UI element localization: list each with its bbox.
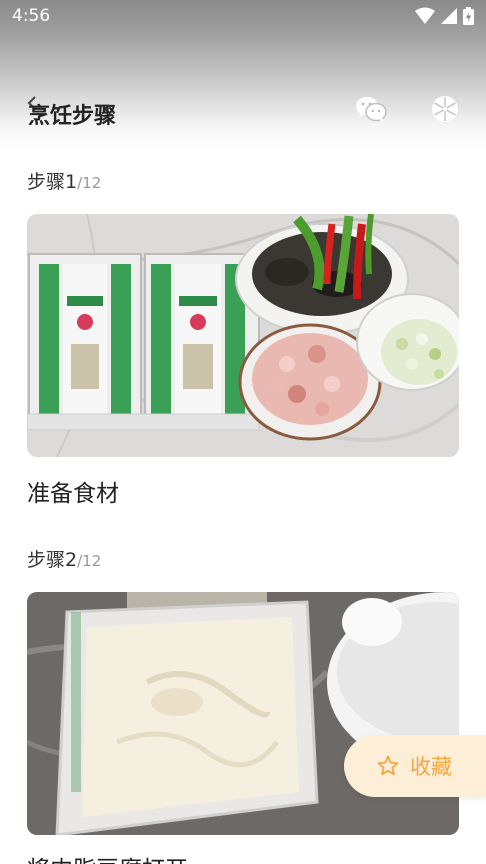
step-label: 步骤2/12 xyxy=(27,545,101,572)
wechat-share-icon[interactable] xyxy=(355,95,387,123)
favorite-button[interactable]: 收藏 xyxy=(344,735,486,797)
header: 4:56 烹饪步骤 xyxy=(0,0,486,150)
step-number: 步骤1 xyxy=(27,171,78,193)
step-total: /12 xyxy=(77,174,102,192)
step-number: 步骤2 xyxy=(27,549,78,571)
wifi-icon xyxy=(415,7,435,24)
step-description: 准备食材 xyxy=(27,481,119,507)
step-photo xyxy=(27,592,459,835)
battery-icon xyxy=(463,7,474,25)
step-description: 将内脂豆腐打开 xyxy=(27,850,188,864)
favorite-label: 收藏 xyxy=(410,755,452,779)
star-icon xyxy=(377,755,399,776)
status-bar: 4:56 xyxy=(0,0,486,32)
step-label: 步骤1/12 xyxy=(27,167,101,194)
page-title: 烹饪步骤 xyxy=(28,104,117,129)
signal-icon xyxy=(441,8,457,24)
step-photo xyxy=(27,214,459,457)
status-time: 4:56 xyxy=(12,6,51,26)
system-icons xyxy=(415,6,474,26)
step-total: /12 xyxy=(77,552,102,570)
moments-share-icon[interactable] xyxy=(431,95,459,123)
